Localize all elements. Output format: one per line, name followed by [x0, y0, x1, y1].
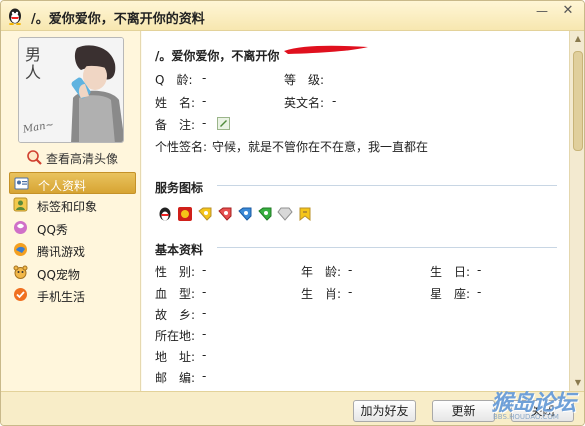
english-name-label: 英文名:: [284, 96, 325, 110]
tag-person-icon: [13, 197, 28, 212]
blood-type-label: 血 型:: [155, 287, 196, 301]
avatar[interactable]: 男人 Man~: [18, 37, 124, 143]
hometown-label: 故 乡:: [155, 308, 196, 322]
q-age-label: Q 龄:: [155, 73, 193, 87]
star-sign-label: 星 座:: [430, 287, 471, 301]
qq-penguin-icon[interactable]: [157, 206, 173, 222]
sidebar-item-games[interactable]: 腾讯游戏: [9, 239, 136, 261]
add-friend-button[interactable]: 加为好友: [353, 400, 416, 422]
sidebar-item-qq-show[interactable]: QQ秀: [9, 217, 136, 239]
red-box-icon[interactable]: [177, 206, 193, 222]
sidebar-item-mobile-life[interactable]: 手机生活: [9, 284, 136, 306]
level-label: 等 级:: [284, 73, 325, 87]
address-label: 地 址:: [155, 350, 196, 364]
age-label: 年 龄:: [301, 265, 342, 279]
sidebar-item-label: 手机生活: [37, 289, 86, 304]
sidebar-item-tags[interactable]: 标签和印象: [9, 194, 136, 216]
sidebar-nav: 个人资料 标签和印象 QQ秀 腾讯游戏 QQ宠物 手机生活: [9, 172, 136, 306]
birthday-label: 生 日:: [430, 265, 471, 279]
location-label: 所在地:: [155, 329, 196, 343]
chinese-zodiac-label: 生 肖:: [301, 287, 342, 301]
profile-content: /。爱你爱你，不离开你 Q 龄: - 等 级: 姓 名: - 英文名: - 备 …: [142, 31, 569, 391]
birthday-value: -: [477, 263, 482, 277]
magnifier-icon: [27, 150, 42, 165]
green-diamond-icon[interactable]: [257, 206, 273, 222]
qq-show-icon: [14, 220, 27, 234]
scroll-thumb[interactable]: [573, 51, 583, 151]
sidebar: 男人 Man~ 查看高清头像 个人资料 标签和印象 QQ秀 腾讯游戏 QQ宠物 …: [1, 31, 141, 397]
check-icon: [14, 287, 27, 301]
watermark: 猴岛论坛 BBS.HOUDAO.COM: [489, 385, 584, 425]
gray-diamond-icon[interactable]: [277, 206, 293, 222]
redaction-mark: [284, 45, 368, 54]
location-value: -: [202, 327, 207, 341]
postcode-value: -: [202, 369, 207, 383]
address-value: -: [202, 348, 207, 362]
view-hd-avatar-label: 查看高清头像: [46, 152, 119, 166]
star-sign-value: -: [477, 285, 482, 299]
title-bar: /。爱你爱你，不离开你的资料 — ✕: [1, 1, 584, 31]
minimize-button[interactable]: —: [533, 3, 551, 21]
window-title: /。爱你爱你，不离开你的资料: [31, 12, 205, 27]
gender-label: 性 别:: [155, 265, 196, 279]
name-value: -: [202, 94, 207, 108]
game-icon: [14, 243, 27, 257]
sidebar-item-label: 标签和印象: [37, 200, 98, 215]
note-value: -: [202, 116, 207, 130]
english-name-value: -: [332, 94, 337, 108]
edit-note-icon[interactable]: [217, 117, 230, 130]
sidebar-item-personal-info[interactable]: 个人资料: [9, 172, 136, 195]
qq-penguin-icon: [9, 8, 21, 25]
sidebar-item-qq-pet[interactable]: QQ宠物: [9, 262, 136, 284]
scrollbar[interactable]: ▲ ▼: [569, 31, 584, 391]
pet-icon: [13, 265, 28, 279]
view-hd-avatar-link[interactable]: 查看高清头像: [26, 149, 126, 167]
red-diamond-icon[interactable]: [217, 206, 233, 222]
avatar-text: 男人: [25, 45, 42, 82]
id-card-icon: [14, 177, 29, 190]
watermark-url: BBS.HOUDAO.COM: [493, 413, 559, 421]
sidebar-item-label: 个人资料: [38, 179, 87, 193]
note-label: 备 注:: [155, 118, 196, 132]
yellow-tag-icon[interactable]: [297, 206, 313, 222]
name-label: 姓 名:: [155, 96, 196, 110]
refresh-button[interactable]: 更新: [432, 400, 495, 422]
close-window-button[interactable]: ✕: [559, 3, 577, 21]
chinese-zodiac-value: -: [348, 285, 353, 299]
age-value: -: [348, 263, 353, 277]
profile-window: /。爱你爱你，不离开你的资料 — ✕ 男人 Man~ 查看高清头像 个人资料 标…: [0, 0, 585, 426]
postcode-label: 邮 编:: [155, 371, 196, 385]
section-divider: [217, 247, 557, 248]
profile-name: /。爱你爱你，不离开你: [155, 49, 280, 63]
gender-value: -: [202, 263, 207, 277]
yellow-diamond-icon[interactable]: [197, 206, 213, 222]
section-heading-basic-info: 基本资料: [155, 243, 204, 257]
sidebar-item-label: 腾讯游戏: [37, 245, 86, 260]
blue-diamond-icon[interactable]: [237, 206, 253, 222]
scroll-up-icon[interactable]: ▲: [570, 33, 584, 45]
section-heading-services: 服务图标: [155, 181, 204, 195]
sidebar-item-label: QQ秀: [37, 222, 68, 237]
hometown-value: -: [202, 306, 207, 320]
signature-value: 守候，就是不管你在不在意，我一直都在: [212, 140, 429, 154]
sidebar-item-label: QQ宠物: [37, 267, 80, 282]
signature-label: 个性签名:: [155, 140, 208, 154]
blood-type-value: -: [202, 285, 207, 299]
section-divider: [217, 185, 557, 186]
q-age-value: -: [202, 71, 207, 85]
